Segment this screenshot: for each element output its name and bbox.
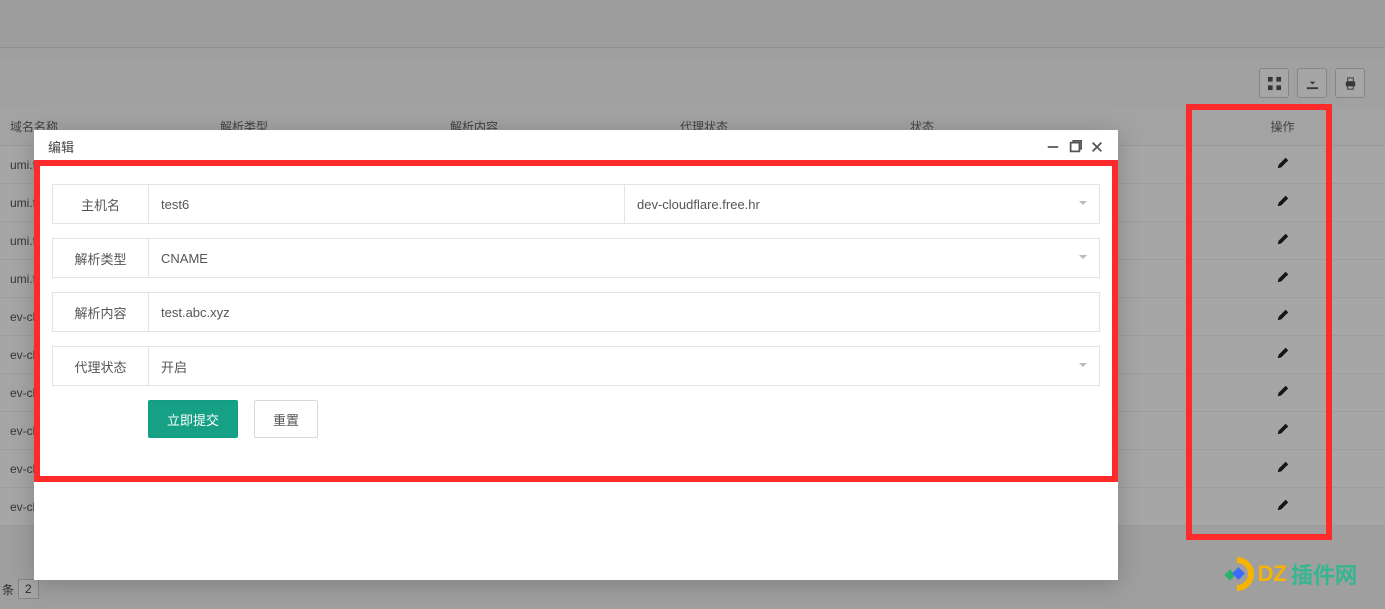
field-host: 主机名 — [52, 184, 1100, 224]
close-icon — [1090, 140, 1104, 154]
maximize-icon — [1068, 140, 1082, 154]
proxy-select[interactable] — [148, 346, 1100, 386]
watermark: DZ插件网 — [1220, 557, 1357, 591]
watermark-dz: DZ — [1258, 561, 1287, 587]
field-content: 解析内容 — [52, 292, 1100, 332]
modal-titlebar: 编辑 — [34, 130, 1118, 164]
minimize-button[interactable] — [1042, 136, 1064, 158]
watermark-icon — [1220, 557, 1254, 591]
field-proxy: 代理状态 — [52, 346, 1100, 386]
domain-suffix-select[interactable] — [624, 184, 1100, 224]
modal-actions: 立即提交 重置 — [52, 400, 1100, 438]
field-rtype: 解析类型 — [52, 238, 1100, 278]
modal-body: 主机名 解析类型 解析内容 — [34, 164, 1118, 438]
label-rtype: 解析类型 — [52, 238, 148, 278]
content-input[interactable] — [148, 292, 1100, 332]
host-input[interactable] — [148, 184, 624, 224]
submit-button[interactable]: 立即提交 — [148, 400, 238, 438]
label-content: 解析内容 — [52, 292, 148, 332]
edit-modal: 编辑 主机名 解析类型 — [34, 130, 1118, 580]
rtype-select[interactable] — [148, 238, 1100, 278]
watermark-rest: 插件网 — [1291, 558, 1357, 590]
label-proxy: 代理状态 — [52, 346, 148, 386]
reset-button[interactable]: 重置 — [254, 400, 318, 438]
close-button[interactable] — [1086, 136, 1108, 158]
page-root: 域名名称 解析类型 解析内容 代理状态 状态 操作 umi.f umi.f um… — [0, 0, 1385, 609]
label-host: 主机名 — [52, 184, 148, 224]
minimize-icon — [1046, 140, 1060, 154]
maximize-button[interactable] — [1064, 136, 1086, 158]
modal-title-text: 编辑 — [48, 137, 74, 156]
